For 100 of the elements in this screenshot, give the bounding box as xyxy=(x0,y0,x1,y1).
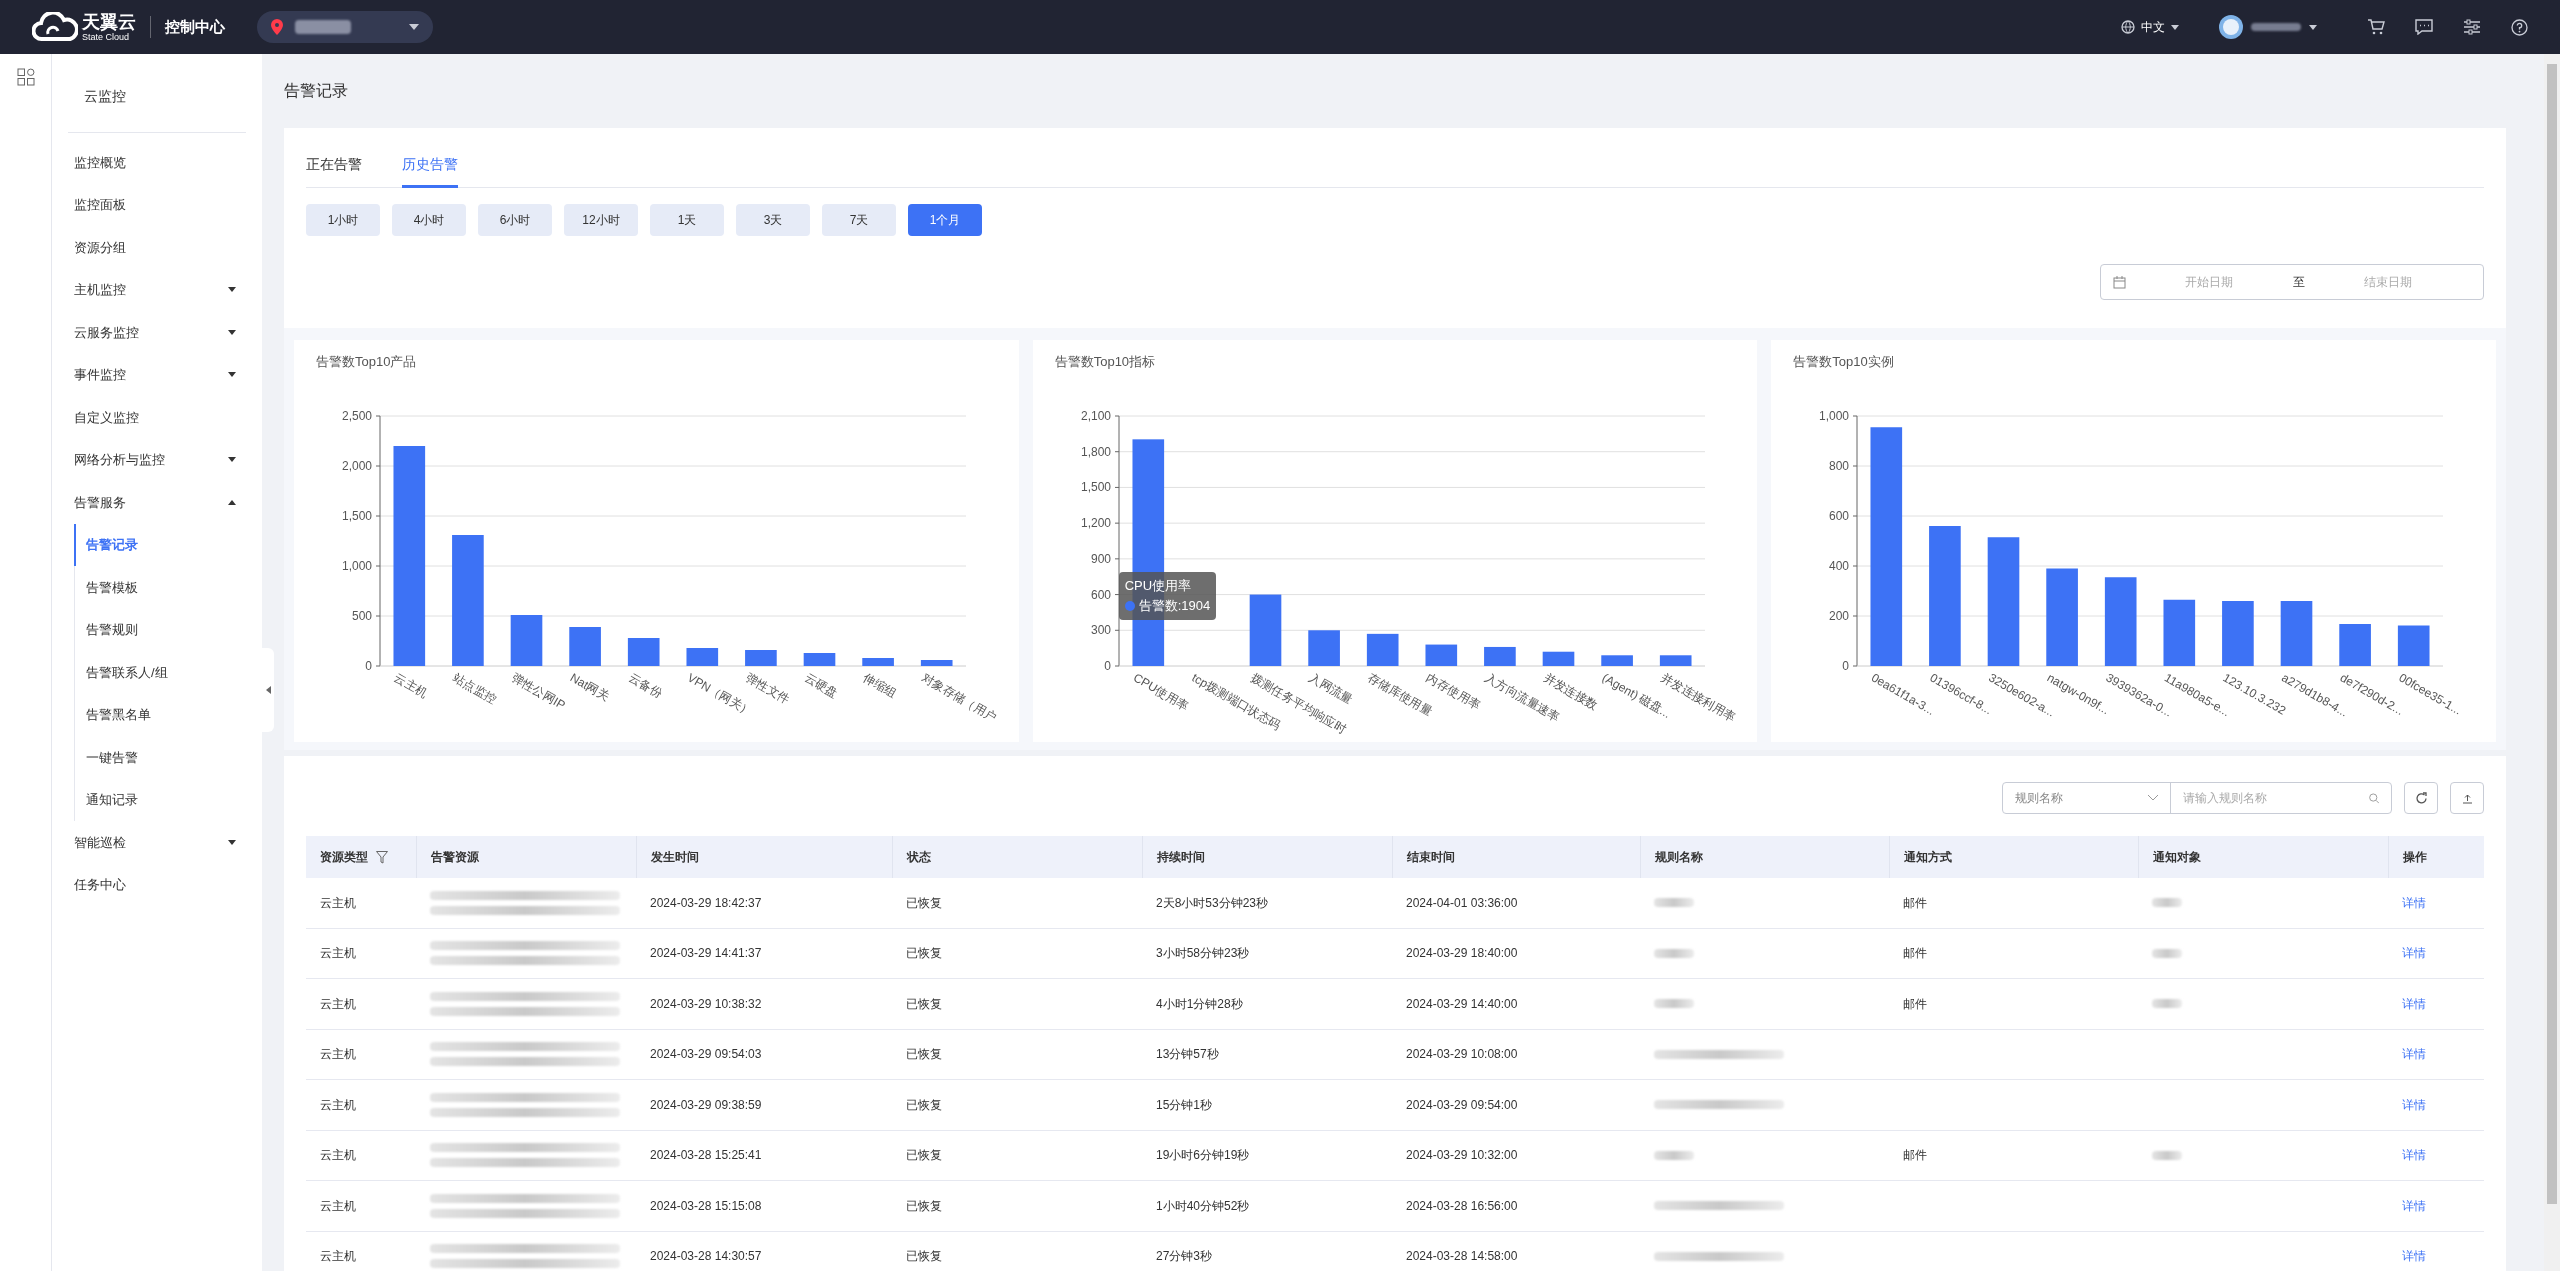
axis-tick-label: 600 xyxy=(1090,587,1111,602)
time-range-button[interactable]: 4小时 xyxy=(392,204,466,236)
time-range-button[interactable]: 12小时 xyxy=(564,204,638,236)
detail-link[interactable]: 详情 xyxy=(2402,1146,2426,1165)
time-range-button[interactable]: 1小时 xyxy=(306,204,380,236)
sidebar-item[interactable]: 主机监控 xyxy=(52,268,262,311)
sidebar-item[interactable]: 自定义监控 xyxy=(52,396,262,439)
detail-link[interactable]: 详情 xyxy=(2402,994,2426,1013)
column-header: 规则名称 xyxy=(1655,849,1703,866)
bar[interactable] xyxy=(2046,568,2079,666)
bar[interactable] xyxy=(1929,526,1962,666)
sidebar-item[interactable]: 事件监控 xyxy=(52,353,262,396)
bar[interactable] xyxy=(1483,646,1516,666)
cart-icon[interactable] xyxy=(2367,19,2385,35)
sidebar-item[interactable]: 资源分组 xyxy=(52,226,262,269)
sidebar-item[interactable]: 监控面板 xyxy=(52,183,262,226)
table-cell-text: 2024-03-29 10:08:00 xyxy=(1406,1046,1518,1064)
sidebar-subitem[interactable]: 告警规则 xyxy=(74,608,262,651)
region-selector[interactable] xyxy=(257,11,433,43)
sidebar-item[interactable]: 任务中心 xyxy=(52,863,262,906)
bar[interactable] xyxy=(510,615,543,666)
bar[interactable] xyxy=(1249,594,1281,666)
scrollbar[interactable] xyxy=(2544,54,2560,1271)
date-range-field[interactable]: 开始日期 至 结束日期 xyxy=(2100,264,2484,300)
sidebar-subitem[interactable]: 告警模板 xyxy=(74,566,262,609)
sidebar-item[interactable]: 网络分析与监控 xyxy=(52,438,262,481)
bar[interactable] xyxy=(1425,644,1457,666)
table-cell-text: 2024-03-29 10:38:32 xyxy=(650,995,762,1013)
help-icon[interactable] xyxy=(2511,18,2528,36)
sidebar-subitem[interactable]: 告警黑名单 xyxy=(74,693,262,736)
column-header: 持续时间 xyxy=(1157,849,1205,866)
table-cell-text: 邮件 xyxy=(1903,1147,1927,1165)
search-input[interactable]: 请输入规则名称 xyxy=(2183,789,2369,807)
date-placeholder: 结束日期 xyxy=(2362,274,2413,291)
filter-icon[interactable] xyxy=(376,850,388,864)
detail-link[interactable]: 详情 xyxy=(2402,893,2426,912)
export-button[interactable] xyxy=(2450,782,2484,814)
bar[interactable] xyxy=(1542,651,1574,666)
column-header: 资源类型 xyxy=(320,849,368,866)
refresh-button[interactable] xyxy=(2404,782,2438,814)
axis-category-label: 云备份 xyxy=(626,670,665,701)
detail-link[interactable]: 详情 xyxy=(2402,1247,2426,1266)
axis-category-label: 对象存储（用户 xyxy=(919,670,1000,725)
time-range-button[interactable]: 1个月 xyxy=(908,204,982,236)
bar[interactable] xyxy=(2339,624,2372,666)
sidebar-item[interactable]: 监控概览 xyxy=(52,141,262,184)
filter-field-select[interactable]: 规则名称 xyxy=(2003,783,2171,813)
bar[interactable] xyxy=(2281,601,2313,666)
user-menu[interactable] xyxy=(2219,15,2317,39)
time-range-button[interactable]: 3天 xyxy=(736,204,810,236)
tab[interactable]: 正在告警 xyxy=(306,154,362,188)
column-header: 操作 xyxy=(2403,849,2427,866)
scrollbar-thumb[interactable] xyxy=(2547,64,2557,1204)
bar[interactable] xyxy=(920,660,953,666)
settings-sliders-icon[interactable] xyxy=(2463,19,2481,35)
bar[interactable] xyxy=(1366,633,1399,666)
sidebar-subitem[interactable]: 一键告警 xyxy=(74,736,262,779)
language-selector[interactable]: 中文 xyxy=(2121,18,2179,36)
table-cell-text: 已恢复 xyxy=(906,1197,942,1215)
table-cell-text: 2024-03-29 14:40:00 xyxy=(1406,995,1518,1013)
bar[interactable] xyxy=(1307,630,1340,666)
sidebar-item[interactable]: 智能巡检 xyxy=(52,821,262,864)
caret-left-icon xyxy=(265,686,271,694)
bar[interactable] xyxy=(1659,655,1692,666)
time-range-button[interactable]: 7天 xyxy=(822,204,896,236)
table-cell-text: 2024-03-28 15:25:41 xyxy=(650,1147,762,1165)
detail-link[interactable]: 详情 xyxy=(2402,1196,2426,1215)
sidebar-subitem[interactable]: 告警记录 xyxy=(74,523,262,566)
table-cell-text: 已恢复 xyxy=(906,945,942,963)
time-range-button[interactable]: 6小时 xyxy=(478,204,552,236)
bar[interactable] xyxy=(393,446,426,666)
bar[interactable] xyxy=(2163,599,2196,666)
detail-link[interactable]: 详情 xyxy=(2402,1095,2426,1114)
axis-tick-label: 1,000 xyxy=(341,559,372,573)
collapse-handle[interactable] xyxy=(262,648,274,732)
detail-link[interactable]: 详情 xyxy=(2402,1045,2426,1064)
bar[interactable] xyxy=(1870,427,1903,666)
axis-category-label: 弹性文件 xyxy=(743,670,793,707)
message-icon[interactable] xyxy=(2415,19,2433,35)
bar[interactable] xyxy=(803,653,836,666)
sidebar-subitem[interactable]: 告警联系人/组 xyxy=(74,651,262,694)
table-cell-text: 已恢复 xyxy=(906,1248,942,1266)
bar[interactable] xyxy=(2398,625,2430,666)
bar[interactable] xyxy=(686,648,719,666)
bar[interactable] xyxy=(2105,577,2137,666)
axis-tick-label: 300 xyxy=(1090,623,1111,638)
time-range-button[interactable]: 1天 xyxy=(650,204,724,236)
axis-tick-label: 1,500 xyxy=(341,509,372,523)
bar[interactable] xyxy=(1988,537,2020,666)
table-cell-text: 云主机 xyxy=(320,1147,356,1165)
detail-link[interactable]: 详情 xyxy=(2402,944,2426,963)
sidebar-subitem[interactable]: 通知记录 xyxy=(74,778,262,821)
apps-grid-icon[interactable] xyxy=(16,68,35,86)
sidebar-item[interactable]: 告警服务 xyxy=(52,481,262,524)
bar[interactable] xyxy=(1600,655,1633,666)
tab[interactable]: 历史告警 xyxy=(402,154,458,188)
sidebar-item[interactable]: 云服务监控 xyxy=(52,311,262,354)
bar[interactable] xyxy=(2222,601,2255,666)
bar[interactable] xyxy=(627,638,660,666)
rule-search-field[interactable]: 规则名称 请输入规则名称 xyxy=(2002,782,2392,814)
